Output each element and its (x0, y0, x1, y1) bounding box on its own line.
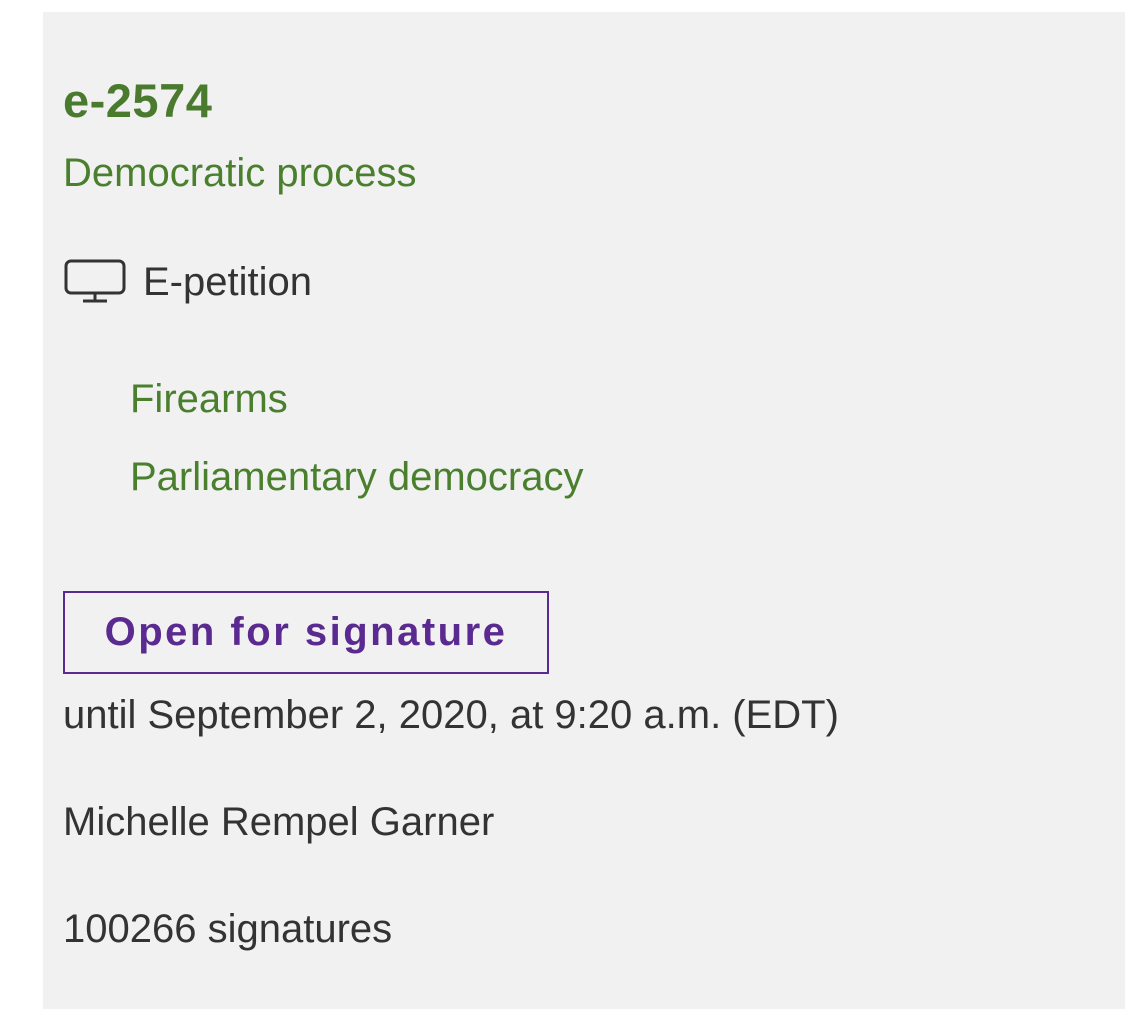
petition-type: E-petition (63, 258, 312, 306)
topic-link-parliamentary-democracy[interactable]: Parliamentary democracy (130, 455, 584, 500)
sponsor-name: Michelle Rempel Garner (63, 800, 495, 844)
signature-count: 100266 signatures (63, 907, 393, 951)
monitor-icon (63, 258, 127, 306)
petition-type-label: E-petition (143, 259, 312, 304)
petition-card: e-2574 Democratic process E-petition Fir… (43, 12, 1125, 1009)
topic-link-firearms[interactable]: Firearms (130, 377, 288, 422)
petition-id-link[interactable]: e-2574 (63, 73, 212, 128)
deadline-text: until September 2, 2020, at 9:20 a.m. (E… (63, 693, 839, 737)
status-label: Open for signature (104, 610, 508, 654)
status-badge: Open for signature (63, 591, 549, 674)
category-link[interactable]: Democratic process (63, 151, 416, 196)
